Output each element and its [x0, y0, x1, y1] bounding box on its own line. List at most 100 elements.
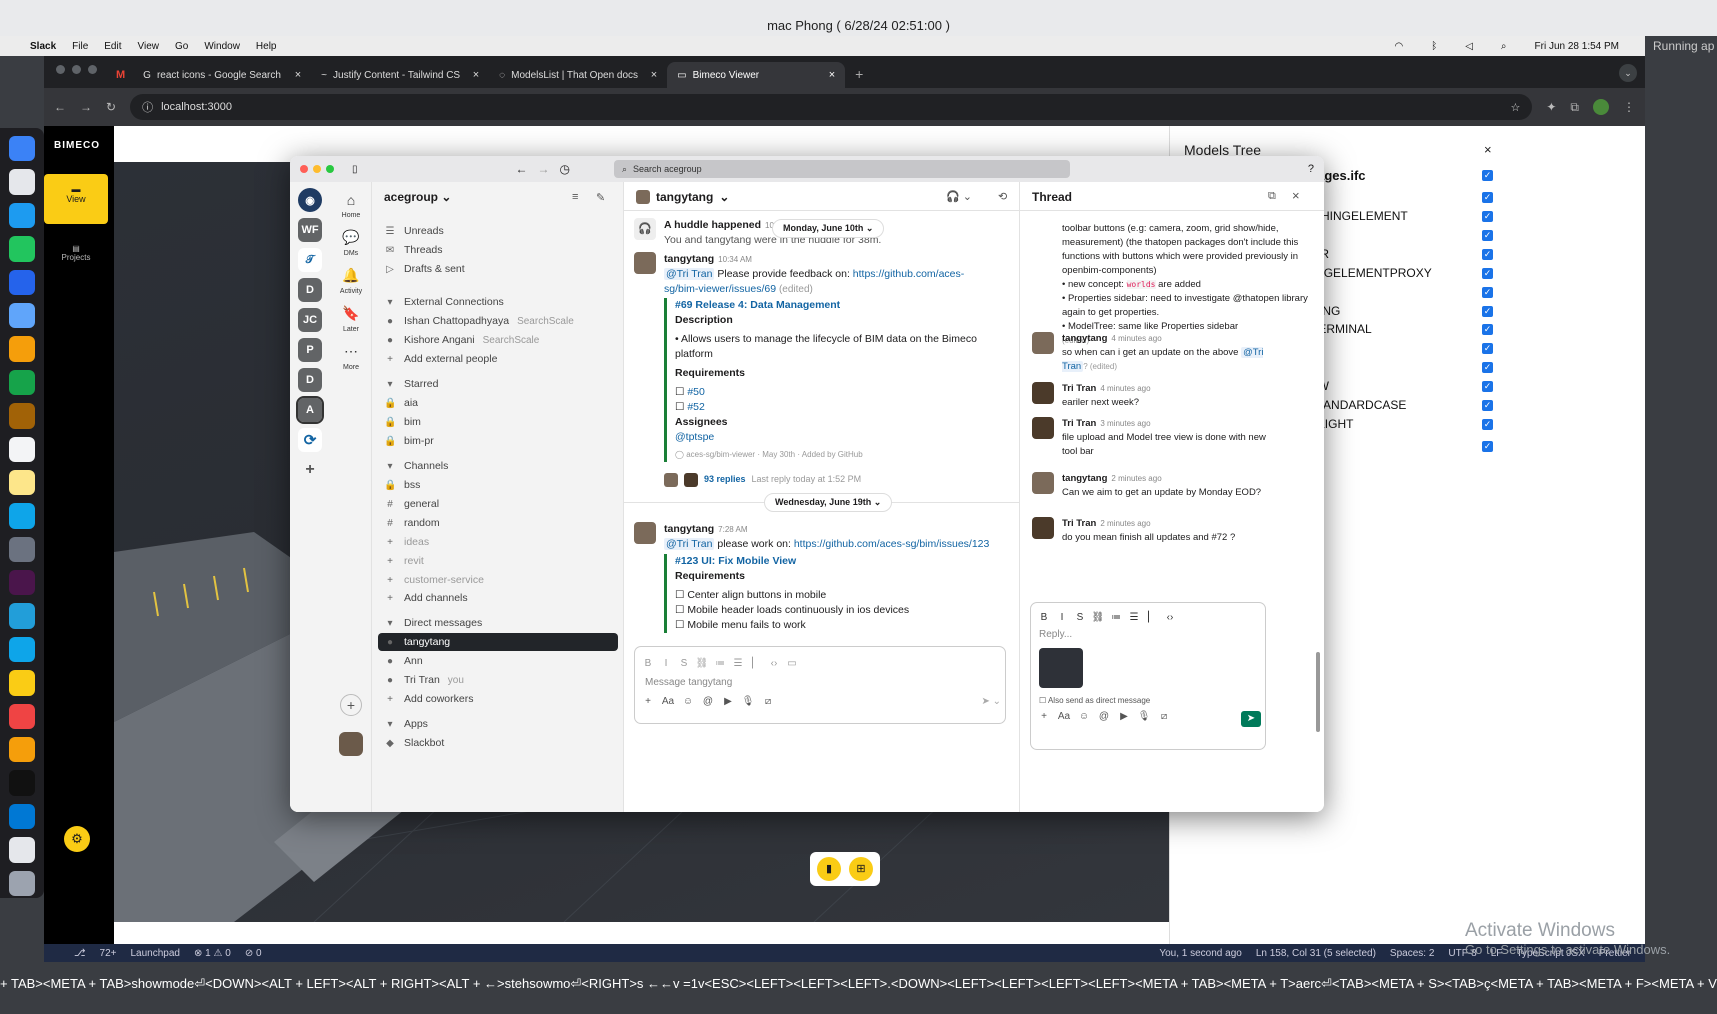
section-apps[interactable]: ▾ Apps — [384, 715, 612, 733]
open-in-window-icon[interactable]: ⧉ — [1268, 190, 1276, 203]
trash-icon[interactable] — [9, 870, 35, 896]
terminal-icon[interactable] — [9, 770, 35, 796]
status-item[interactable]: Spaces: 2 — [1390, 948, 1434, 959]
sidebar-toggle-icon[interactable]: ▯ — [352, 164, 358, 175]
reload-icon[interactable]: ↻ — [106, 100, 116, 114]
message-author[interactable]: tangytang — [1062, 473, 1107, 484]
sidebar-item-channel[interactable]: 🔒 bim — [384, 413, 612, 431]
attachment-thumbnail[interactable] — [1039, 648, 1083, 688]
sidebar-item-dm[interactable]: ● tangytang — [378, 633, 618, 651]
close-window-button[interactable] — [300, 165, 308, 173]
plus-icon[interactable]: + — [639, 696, 657, 707]
message-author[interactable]: Tri Tran — [1062, 518, 1096, 529]
close-tab-icon[interactable]: × — [651, 69, 657, 81]
forward-icon[interactable]: → — [80, 100, 92, 114]
forward-icon[interactable]: → — [538, 162, 550, 176]
italic-icon[interactable]: I — [657, 658, 675, 669]
vscode-icon[interactable] — [9, 803, 35, 830]
section-channels[interactable]: ▾ Channels — [384, 457, 612, 475]
close-tab-icon[interactable]: × — [295, 69, 301, 81]
section-external-connections[interactable]: ▾ External Connections — [384, 293, 612, 311]
maximize-window-button[interactable] — [88, 65, 97, 74]
launchpad-icon[interactable] — [9, 169, 35, 195]
close-icon[interactable]: × — [1484, 142, 1492, 157]
mail-icon[interactable] — [9, 269, 35, 295]
section-starred[interactable]: ▾ Starred — [384, 375, 612, 393]
extension-icon[interactable]: ✦ — [1546, 100, 1556, 114]
mention[interactable]: @Tri Tran — [664, 268, 715, 280]
message-time[interactable]: 3 minutes ago — [1100, 419, 1150, 428]
menu-go[interactable]: Go — [175, 41, 188, 52]
workspace-switch[interactable]: WF — [298, 218, 322, 242]
facetime-icon[interactable] — [9, 369, 35, 396]
app-icon[interactable] — [9, 703, 35, 730]
visibility-checkbox[interactable]: ✓ — [1482, 323, 1493, 335]
workspace-switch[interactable]: 𝒯 — [298, 248, 322, 272]
issue-title[interactable]: #69 Release 4: Data Management — [675, 298, 984, 313]
workspace-switch[interactable]: D — [298, 278, 322, 302]
assignee-link[interactable]: @tptspe — [675, 430, 984, 445]
maximize-window-button[interactable] — [326, 165, 334, 173]
bookmark-star-icon[interactable]: ☆ — [1510, 101, 1520, 114]
menu-file[interactable]: File — [72, 41, 88, 52]
issue-title[interactable]: #123 UI: Fix Mobile View — [675, 554, 984, 569]
bullet-list-icon[interactable]: ☰ — [729, 658, 747, 669]
new-tab-icon[interactable]: + — [855, 66, 863, 82]
shortcut-icon[interactable]: ⧄ — [759, 696, 777, 707]
status-item[interactable]: 72+ — [100, 948, 117, 959]
telegram-icon[interactable] — [9, 603, 35, 629]
emoji-icon[interactable]: ☺ — [679, 696, 697, 707]
huddle-icon[interactable]: 🎧 ⌄ — [946, 190, 972, 203]
message-time[interactable]: 4 minutes ago — [1100, 384, 1150, 393]
avatar[interactable] — [1032, 417, 1054, 439]
thread-replies[interactable]: 93 replies Last reply today at 1:52 PM — [664, 472, 861, 487]
message-link[interactable]: https://github.com/aces-sg/bim/issues/12… — [794, 538, 990, 550]
avatar[interactable] — [1032, 472, 1054, 494]
quote-icon[interactable]: ▏ — [1143, 612, 1161, 623]
gmail-tab-icon[interactable]: M — [116, 69, 125, 81]
message-author[interactable]: Tri Tran — [1062, 383, 1096, 394]
channel-header[interactable]: tangytang ⌄ — [636, 190, 729, 204]
preview-icon[interactable] — [9, 837, 35, 863]
message-input[interactable]: Message tangytang — [635, 669, 1005, 696]
workspace-name[interactable]: acegroup ⌄ — [384, 190, 451, 204]
mention[interactable]: @Tri Tran — [664, 538, 715, 550]
workspace-switch[interactable]: A — [296, 396, 324, 424]
sidebar-item-channel[interactable]: # general — [384, 495, 612, 513]
safari-icon[interactable] — [9, 202, 35, 229]
sidebar-item-channel[interactable]: + customer-service — [384, 571, 612, 589]
branch-icon[interactable]: ⎇ — [74, 948, 86, 959]
mic-icon[interactable]: 🎙 — [1135, 711, 1153, 727]
user-avatar[interactable] — [339, 732, 363, 756]
bold-icon[interactable]: B — [639, 658, 657, 669]
visibility-checkbox[interactable]: ✓ — [1482, 169, 1493, 181]
menu-app-name[interactable]: Slack — [30, 41, 56, 52]
menu-help[interactable]: Help — [256, 41, 277, 52]
info-icon[interactable]: ⓘ — [142, 99, 153, 115]
status-item[interactable]: ⊗ 1 ⚠ 0 — [194, 948, 231, 959]
video-icon[interactable]: ▶ — [719, 696, 737, 707]
status-item[interactable]: Launchpad — [131, 948, 181, 959]
message-author[interactable]: tangytang — [1062, 333, 1107, 344]
date-divider[interactable]: Monday, June 10th ⌄ — [772, 219, 885, 238]
replies-count[interactable]: 93 replies — [704, 472, 746, 487]
photos-icon[interactable] — [9, 336, 35, 362]
tab-search-icon[interactable]: ⌄ — [1619, 64, 1637, 82]
strikethrough-icon[interactable]: S — [675, 658, 693, 669]
bluetooth-icon[interactable]: ᛒ — [1431, 41, 1437, 52]
compose-icon[interactable]: ✎ — [596, 191, 605, 204]
contacts-icon[interactable] — [9, 403, 35, 429]
visibility-checkbox[interactable]: ✓ — [1482, 380, 1493, 392]
at-icon[interactable]: @ — [699, 696, 717, 707]
back-icon[interactable]: ← — [516, 162, 528, 176]
sidebar-item-channel[interactable]: 🔒 bim-pr — [384, 432, 612, 450]
sidebar-item-app[interactable]: ◆ Slackbot — [384, 734, 612, 752]
tab-tailwind[interactable]: ~ Justify Content - Tailwind CS × — [311, 62, 489, 88]
menu-window[interactable]: Window — [204, 41, 240, 52]
reply-input[interactable]: Reply... — [1031, 623, 1265, 646]
nav-home[interactable]: ⌂ Home — [330, 192, 372, 219]
close-tab-icon[interactable]: × — [473, 69, 479, 81]
menubar-clock[interactable]: Fri Jun 28 1:54 PM — [1535, 41, 1619, 52]
slack-icon[interactable] — [9, 570, 35, 596]
nav-more[interactable]: ⋯ More — [330, 343, 372, 371]
